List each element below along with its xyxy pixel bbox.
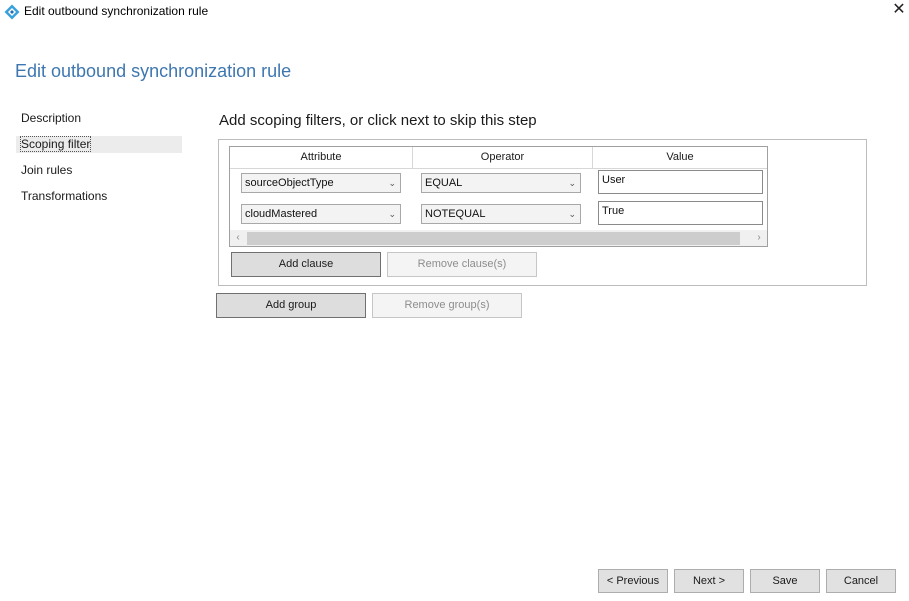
next-button[interactable]: Next > [674,569,744,593]
nav-item-label: Join rules [21,163,73,177]
attribute-select[interactable]: cloudMastered ⌄ [241,204,401,224]
nav-item-join-rules[interactable]: Join rules [16,162,182,179]
operator-select[interactable]: EQUAL ⌄ [421,173,581,193]
chevron-down-icon: ⌄ [388,209,396,219]
value-field[interactable]: User [598,170,763,194]
remove-group-button[interactable]: Remove group(s) [372,293,522,318]
column-header-attribute[interactable]: Attribute [230,147,413,168]
grid-header: Attribute Operator Value [230,147,767,169]
save-button[interactable]: Save [750,569,820,593]
remove-clause-button[interactable]: Remove clause(s) [387,252,537,277]
horizontal-scrollbar[interactable]: ‹ › [230,230,767,246]
value-field[interactable]: True [598,201,763,225]
nav-item-label: Scoping filter [19,136,92,152]
chevron-down-icon: ⌄ [568,178,576,188]
add-clause-button[interactable]: Add clause [231,252,381,277]
close-icon[interactable]: ✕ [889,0,909,22]
diamond-app-icon [4,4,20,20]
add-group-button[interactable]: Add group [216,293,366,318]
clause-grid: Attribute Operator Value sourceObjectTyp… [229,146,768,247]
title-bar: Edit outbound synchronization rule ✕ [0,0,909,24]
attribute-select[interactable]: sourceObjectType ⌄ [241,173,401,193]
attribute-value: cloudMastered [245,208,318,220]
nav-item-transformations[interactable]: Transformations [16,188,182,205]
scrollbar-thumb[interactable] [247,232,740,245]
window-title: Edit outbound synchronization rule [24,4,209,18]
nav-item-scoping-filter[interactable]: Scoping filter [16,136,182,153]
nav-item-description[interactable]: Description [16,110,182,127]
page-title: Edit outbound synchronization rule [15,61,292,81]
operator-select[interactable]: NOTEQUAL ⌄ [421,204,581,224]
operator-value: NOTEQUAL [425,208,486,220]
nav-item-label: Description [21,111,82,125]
chevron-down-icon: ⌄ [568,209,576,219]
column-header-operator[interactable]: Operator [413,147,593,168]
nav-item-label: Transformations [21,189,108,203]
scroll-left-icon[interactable]: ‹ [230,230,246,246]
cancel-button[interactable]: Cancel [826,569,896,593]
operator-value: EQUAL [425,177,463,189]
previous-button[interactable]: < Previous [598,569,668,593]
scroll-right-icon[interactable]: › [751,230,767,246]
chevron-down-icon: ⌄ [388,178,396,188]
attribute-value: sourceObjectType [245,177,334,189]
column-header-value[interactable]: Value [593,147,767,168]
step-heading: Add scoping filters, or click next to sk… [219,112,537,129]
